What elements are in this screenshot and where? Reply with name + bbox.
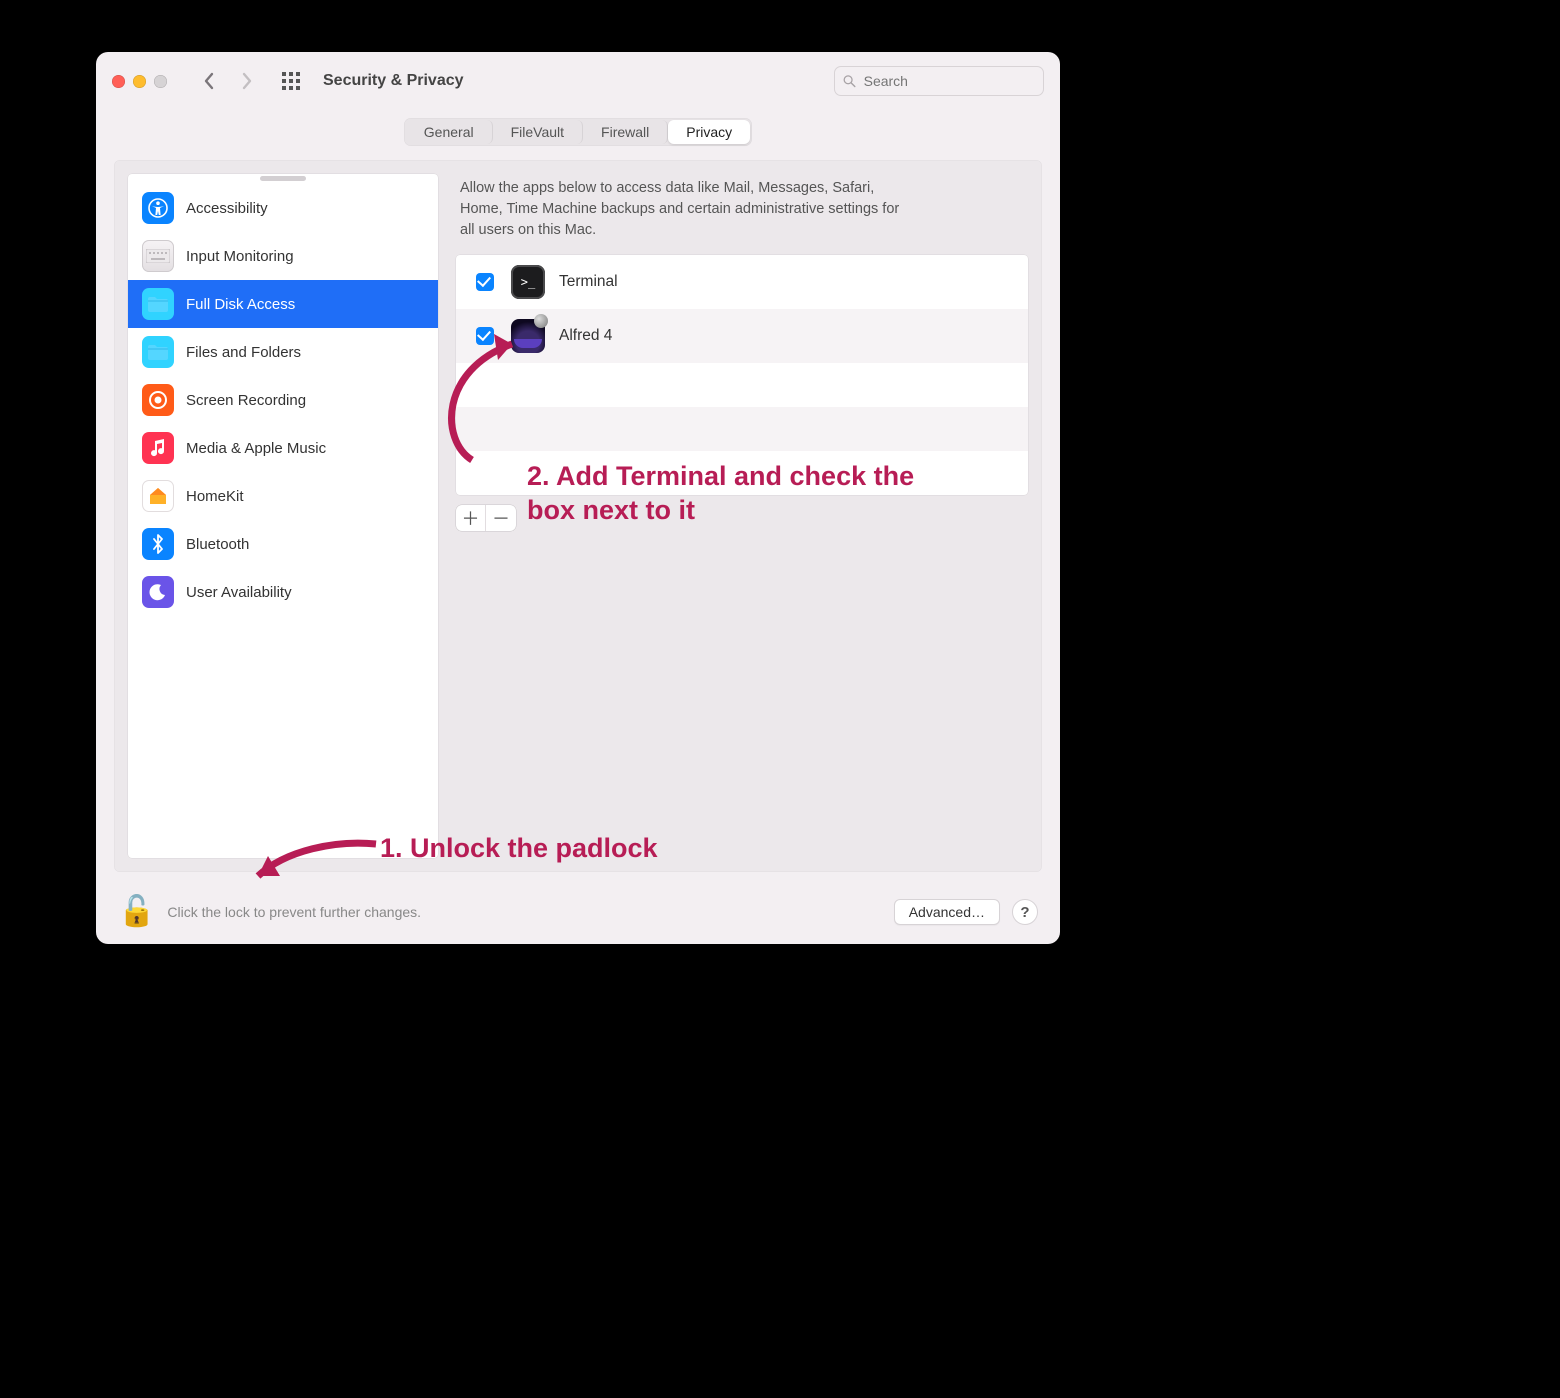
sidebar-item-screen-recording[interactable]: Screen Recording [128, 376, 438, 424]
search-icon [843, 74, 856, 88]
search-input[interactable] [862, 72, 1035, 90]
tab-filevault[interactable]: FileVault [493, 120, 583, 144]
app-name: Terminal [559, 273, 618, 291]
folder-icon [142, 336, 174, 368]
folder-icon [142, 288, 174, 320]
tab-general[interactable]: General [406, 120, 493, 144]
remove-app-button[interactable]: － [486, 505, 516, 531]
search-field[interactable] [834, 66, 1044, 96]
app-list[interactable]: >_ Terminal Alfred 4 [456, 255, 1028, 495]
back-button[interactable] [195, 67, 223, 95]
sidebar-item-user-availability[interactable]: User Availability [128, 568, 438, 616]
sidebar-item-bluetooth[interactable]: Bluetooth [128, 520, 438, 568]
privacy-sidebar[interactable]: Accessibility Input Monitoring Full Disk… [128, 174, 438, 858]
accessibility-icon [142, 192, 174, 224]
keyboard-icon [142, 240, 174, 272]
minimize-window-button[interactable] [133, 75, 146, 88]
lock-icon[interactable]: 🔓 [118, 897, 155, 927]
moon-icon [142, 576, 174, 608]
sidebar-item-label: HomeKit [186, 488, 244, 505]
checkbox-alfred[interactable] [476, 327, 494, 345]
footer: 🔓 Click the lock to prevent further chan… [96, 886, 1060, 944]
help-button[interactable]: ? [1012, 899, 1038, 925]
sidebar-item-homekit[interactable]: HomeKit [128, 472, 438, 520]
sidebar-item-label: Input Monitoring [186, 248, 294, 265]
sidebar-item-label: Full Disk Access [186, 296, 295, 313]
sidebar-item-label: Media & Apple Music [186, 440, 326, 457]
pane-description: Allow the apps below to access data like… [456, 174, 916, 255]
app-row-empty [456, 363, 1028, 407]
window-controls [112, 75, 167, 88]
app-row-empty [456, 451, 1028, 495]
close-window-button[interactable] [112, 75, 125, 88]
titlebar: Security & Privacy [96, 52, 1060, 110]
detail-pane: Allow the apps below to access data like… [456, 174, 1028, 858]
sidebar-item-full-disk-access[interactable]: Full Disk Access [128, 280, 438, 328]
zoom-window-button [154, 75, 167, 88]
tab-privacy[interactable]: Privacy [668, 120, 750, 144]
tab-bar: General FileVault Firewall Privacy [96, 110, 1060, 160]
app-row-empty [456, 407, 1028, 451]
sidebar-item-label: Screen Recording [186, 392, 306, 409]
sidebar-item-label: Bluetooth [186, 536, 249, 553]
add-remove-control: ＋ － [456, 505, 516, 531]
sidebar-item-input-monitoring[interactable]: Input Monitoring [128, 232, 438, 280]
sidebar-item-label: Files and Folders [186, 344, 301, 361]
advanced-button[interactable]: Advanced… [894, 899, 1000, 925]
home-icon [142, 480, 174, 512]
forward-button [233, 67, 261, 95]
music-note-icon [142, 432, 174, 464]
sidebar-item-media-music[interactable]: Media & Apple Music [128, 424, 438, 472]
app-name: Alfred 4 [559, 327, 612, 345]
sidebar-item-files-folders[interactable]: Files and Folders [128, 328, 438, 376]
add-app-button[interactable]: ＋ [456, 505, 486, 531]
checkbox-terminal[interactable] [476, 273, 494, 291]
app-row-alfred[interactable]: Alfred 4 [456, 309, 1028, 363]
tab-firewall[interactable]: Firewall [583, 120, 668, 144]
sidebar-item-label: Accessibility [186, 200, 268, 217]
bluetooth-icon [142, 528, 174, 560]
scroll-handle [128, 174, 438, 184]
sidebar-item-label: User Availability [186, 584, 292, 601]
preferences-window: Security & Privacy General FileVault Fir… [96, 52, 1060, 944]
show-all-button[interactable] [277, 67, 305, 95]
content-area: Accessibility Input Monitoring Full Disk… [114, 160, 1042, 872]
target-icon [142, 384, 174, 416]
app-row-terminal[interactable]: >_ Terminal [456, 255, 1028, 309]
window-title: Security & Privacy [323, 72, 464, 90]
lock-text: Click the lock to prevent further change… [167, 904, 881, 920]
sidebar-item-accessibility[interactable]: Accessibility [128, 184, 438, 232]
alfred-icon [511, 319, 545, 353]
terminal-icon: >_ [511, 265, 545, 299]
